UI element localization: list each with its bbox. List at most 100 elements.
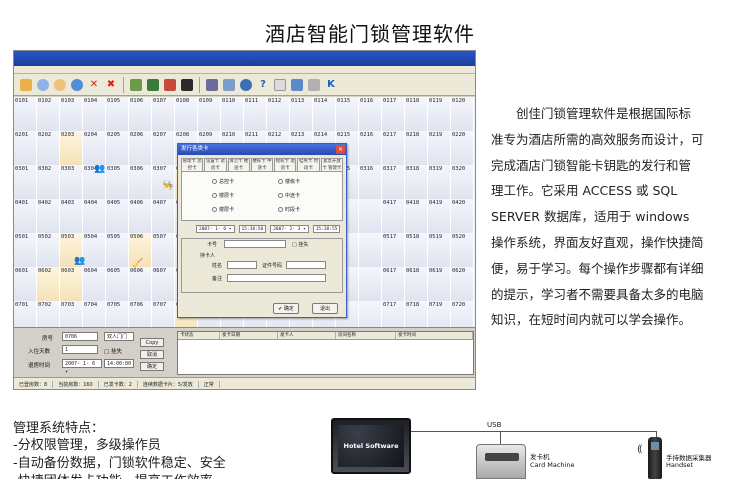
room-cell[interactable]: 0218 <box>405 131 428 165</box>
checkout-time-input[interactable]: 14:00:00 <box>104 359 134 368</box>
tab-card-type[interactable]: 管理卡 总控卡 <box>181 158 204 171</box>
room-cell[interactable]: 0507 <box>152 233 175 267</box>
cancel-icon[interactable]: ✖ <box>103 77 119 93</box>
room-cell[interactable]: 0107 <box>152 97 175 131</box>
name-input[interactable] <box>227 261 257 269</box>
room-cell[interactable]: 0418 <box>405 199 428 233</box>
room-cell[interactable]: 0618 <box>405 267 428 301</box>
radio-option[interactable]: 总控卡 <box>212 178 234 185</box>
key-icon[interactable]: K <box>323 77 339 93</box>
room-cell[interactable]: 0306 <box>129 165 152 199</box>
column-header[interactable]: 发卡人 <box>278 332 336 339</box>
room-cell[interactable]: 0601 <box>14 267 37 301</box>
room-cell[interactable]: 0207 <box>152 131 175 165</box>
checkin-icon[interactable] <box>18 77 34 93</box>
ok-button[interactable]: ✔ 确定 <box>273 303 299 314</box>
start-time-field[interactable]: 15:38:50 <box>238 225 267 233</box>
room-type-select[interactable]: 双人门门 <box>104 332 134 341</box>
note-input[interactable] <box>227 274 326 282</box>
room-cell[interactable]: 0105 <box>106 97 129 131</box>
room-cell[interactable]: 0520 <box>451 233 474 267</box>
room-cell[interactable]: 0104 <box>83 97 106 131</box>
room-cell[interactable]: 0205 <box>106 131 129 165</box>
search-icon[interactable] <box>35 77 51 93</box>
column-header[interactable]: 房间名称 <box>336 332 396 339</box>
exit-button[interactable]: 退出 <box>312 303 338 314</box>
stay-days-input[interactable]: 1 <box>62 345 98 354</box>
tab-card-type[interactable]: 挂失卡 时段卡 <box>297 158 320 171</box>
radio-option[interactable]: 楼栋卡 <box>278 178 300 185</box>
room-cell[interactable]: 0602 <box>37 267 60 301</box>
room-cell[interactable]: 0518 <box>405 233 428 267</box>
lost-checkbox[interactable]: □ 挂失 <box>292 241 308 248</box>
room-cell[interactable]: 0603 <box>60 267 83 301</box>
room-cell[interactable]: 0403 <box>60 199 83 233</box>
room-cell[interactable]: 0113 <box>290 97 313 131</box>
column-header[interactable]: 发卡日期 <box>220 332 278 339</box>
copy-button[interactable]: Copy <box>140 338 164 347</box>
room-cell[interactable]: 0406 <box>129 199 152 233</box>
room-cell[interactable]: 0108 <box>175 97 198 131</box>
refresh-icon[interactable] <box>69 77 85 93</box>
room-cell[interactable]: 0420 <box>451 199 474 233</box>
delete-icon[interactable]: ✕ <box>86 77 102 93</box>
cancel-button[interactable]: 取消 <box>140 350 164 359</box>
room-cell[interactable]: 0110 <box>221 97 244 131</box>
room-cell[interactable]: 0219 <box>428 131 451 165</box>
room-cell[interactable]: 0519 <box>428 233 451 267</box>
room-cell[interactable]: 0111 <box>244 97 267 131</box>
room-cell[interactable]: 0617 <box>382 267 405 301</box>
room-cell[interactable]: 0305 <box>106 165 129 199</box>
room-cell[interactable]: 0320 <box>451 165 474 199</box>
tab-card-type[interactable]: 授权卡 退房卡 <box>274 158 297 171</box>
room-cell[interactable]: 0303 <box>60 165 83 199</box>
card-icon[interactable] <box>145 77 161 93</box>
room-cell[interactable]: 0502 <box>37 233 60 267</box>
room-cell[interactable]: 0517 <box>382 233 405 267</box>
room-cell[interactable]: 0202 <box>37 131 60 165</box>
room-cell[interactable]: 0217 <box>382 131 405 165</box>
document-icon[interactable] <box>272 77 288 93</box>
tab-card-type[interactable]: 楼栋卡 中途卡 <box>250 158 274 171</box>
room-cell[interactable]: 0102 <box>37 97 60 131</box>
room-cell[interactable] <box>359 233 382 267</box>
column-header[interactable]: 卡状态 <box>178 332 220 339</box>
room-cell[interactable]: 0112 <box>267 97 290 131</box>
print-icon[interactable] <box>221 77 237 93</box>
tab-card-type[interactable]: 清洁卡 楼层卡 <box>227 158 250 171</box>
export-icon[interactable] <box>204 77 220 93</box>
radio-option[interactable]: 楼层卡 <box>212 206 234 213</box>
user-icon[interactable] <box>52 77 68 93</box>
room-cell[interactable]: 0407 <box>152 199 175 233</box>
room-cell[interactable]: 0319 <box>428 165 451 199</box>
room-cell[interactable]: 0101 <box>14 97 37 131</box>
room-cell[interactable]: 0505 <box>106 233 129 267</box>
end-time-field[interactable]: 15:38:55 <box>312 225 341 233</box>
card-number-input[interactable] <box>224 240 286 248</box>
room-cell[interactable]: 0504 <box>83 233 106 267</box>
room-cell[interactable]: 0607 <box>152 267 175 301</box>
room-cell[interactable]: 0118 <box>405 97 428 131</box>
room-cell[interactable]: 0419 <box>428 199 451 233</box>
room-cell[interactable] <box>359 267 382 301</box>
room-cell[interactable]: 0501 <box>14 233 37 267</box>
room-cell[interactable]: 0206 <box>129 131 152 165</box>
room-cell[interactable]: 0405 <box>106 199 129 233</box>
room-cell[interactable]: 0318 <box>405 165 428 199</box>
info-icon[interactable] <box>306 77 322 93</box>
end-date-picker[interactable]: 2007- 2- 3 ▾ <box>270 225 309 233</box>
room-cell[interactable]: 0301 <box>14 165 37 199</box>
room-cell[interactable]: 0302 <box>37 165 60 199</box>
lost-checkbox[interactable]: □ 挂失 <box>104 347 122 355</box>
room-cell[interactable]: 0417 <box>382 199 405 233</box>
confirm-button[interactable]: 确定 <box>140 362 164 371</box>
tab-card-type[interactable]: 设置卡 退房卡 <box>204 158 227 171</box>
room-number-input[interactable]: 0706 <box>62 332 98 341</box>
room-cell[interactable]: 0619 <box>428 267 451 301</box>
room-cell[interactable]: 0115 <box>336 97 359 131</box>
room-cell[interactable]: 0401 <box>14 199 37 233</box>
upload-icon[interactable] <box>289 77 305 93</box>
room-cell[interactable]: 0317 <box>382 165 405 199</box>
radio-option[interactable]: 楼层卡 <box>212 192 234 199</box>
settings-icon[interactable] <box>238 77 254 93</box>
